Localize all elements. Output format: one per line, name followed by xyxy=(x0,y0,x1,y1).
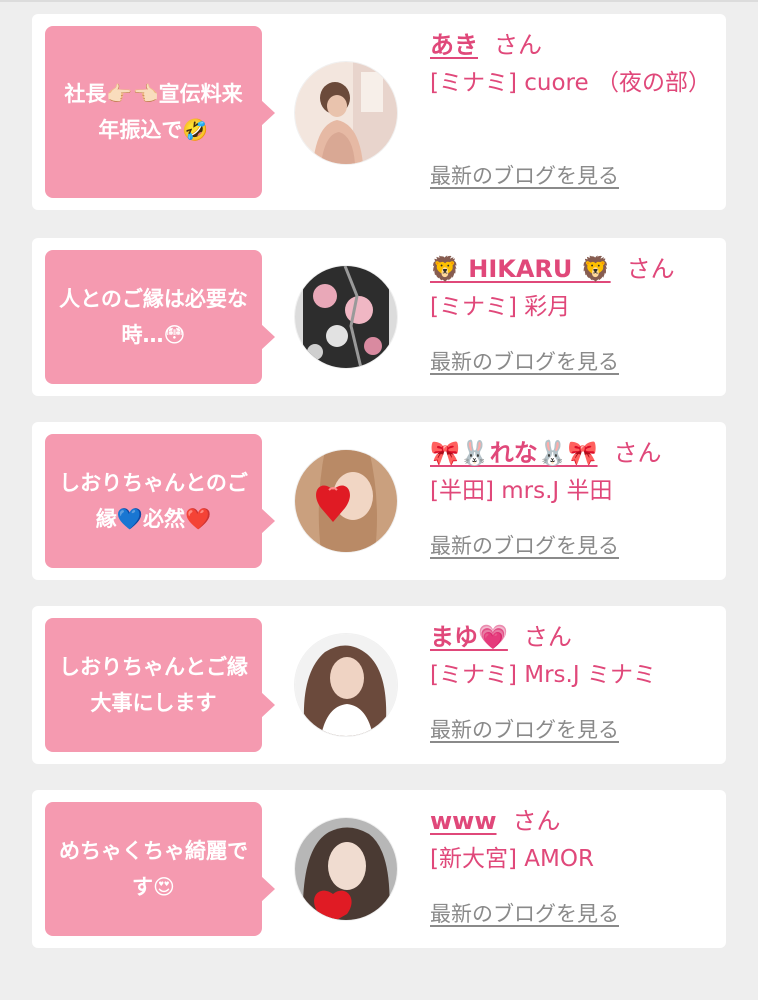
avatar-photo-icon xyxy=(295,634,397,736)
avatar[interactable] xyxy=(295,266,397,368)
message-text: 人とのご縁は必要な時…😳 xyxy=(59,287,248,347)
message-card: しおりちゃんとご縁大事にします まゆ💗 さん [ミナミ] Mrs.J ミナミ 最新… xyxy=(32,606,726,764)
member-name-link[interactable]: あき xyxy=(430,31,478,59)
message-card-list: 社長👉🏻👈🏻宣伝料来年振込で🤣 あき さん [ミナミ] cuore （夜の部） 最… xyxy=(32,14,726,948)
message-text: 社長👉🏻👈🏻宣伝料来年振込で🤣 xyxy=(64,82,243,142)
message-bubble: しおりちゃんとご縁大事にします xyxy=(45,618,275,752)
shop-name: [半田] mrs.J 半田 xyxy=(430,478,613,504)
message-card: めちゃくちゃ綺麗です😍 www さん [新大宮] AMOR 最新のブログを見る xyxy=(32,790,726,948)
latest-blog-link[interactable]: 最新のブログを見る xyxy=(430,714,619,744)
message-card: 社長👉🏻👈🏻宣伝料来年振込で🤣 あき さん [ミナミ] cuore （夜の部） 最… xyxy=(32,14,726,210)
avatar[interactable] xyxy=(295,62,397,164)
message-bubble: 社長👉🏻👈🏻宣伝料来年振込で🤣 xyxy=(45,26,275,198)
name-row: 🦁 HIKARU 🦁 さん xyxy=(430,250,720,288)
shop-name: [ミナミ] cuore （夜の部） xyxy=(430,70,711,96)
member-name-link[interactable]: まゆ💗 xyxy=(430,623,508,651)
shop-name: [新大宮] AMOR xyxy=(430,846,594,872)
shop-name: [ミナミ] Mrs.J ミナミ xyxy=(430,662,656,688)
avatar[interactable] xyxy=(295,634,397,736)
member-info: 🦁 HIKARU 🦁 さん [ミナミ] 彩月 xyxy=(430,250,720,326)
honorific: さん xyxy=(626,255,675,283)
member-info: あき さん [ミナミ] cuore （夜の部） xyxy=(430,26,720,102)
avatar-photo-icon xyxy=(295,818,397,920)
member-info: www さん [新大宮] AMOR xyxy=(430,802,720,878)
member-name-link[interactable]: 🦁 HIKARU 🦁 xyxy=(430,255,611,283)
member-info: まゆ💗 さん [ミナミ] Mrs.J ミナミ xyxy=(430,618,720,694)
name-row: まゆ💗 さん xyxy=(430,618,720,656)
avatar[interactable] xyxy=(295,818,397,920)
message-bubble: 人とのご縁は必要な時…😳 xyxy=(45,250,275,384)
member-name-link[interactable]: 🎀🐰れな🐰🎀 xyxy=(430,439,598,467)
top-divider xyxy=(0,0,758,2)
shop-name: [ミナミ] 彩月 xyxy=(430,294,571,320)
message-text: しおりちゃんとご縁大事にします xyxy=(59,655,248,715)
name-row: 🎀🐰れな🐰🎀 さん xyxy=(430,434,720,472)
latest-blog-link[interactable]: 最新のブログを見る xyxy=(430,898,619,928)
avatar-photo-icon xyxy=(295,266,397,368)
honorific: さん xyxy=(523,623,572,651)
name-row: www さん xyxy=(430,802,720,840)
member-info: 🎀🐰れな🐰🎀 さん [半田] mrs.J 半田 xyxy=(430,434,720,510)
name-row: あき さん xyxy=(430,26,720,64)
message-card: しおりちゃんとのご縁💙必然❤️ 🎀🐰れな🐰🎀 さん [半田] mrs.J 半田 最… xyxy=(32,422,726,580)
avatar-photo-icon xyxy=(295,450,397,552)
message-text: めちゃくちゃ綺麗です😍 xyxy=(59,839,248,899)
latest-blog-link[interactable]: 最新のブログを見る xyxy=(430,530,619,560)
message-bubble: めちゃくちゃ綺麗です😍 xyxy=(45,802,275,936)
honorific: さん xyxy=(613,439,662,467)
latest-blog-link[interactable]: 最新のブログを見る xyxy=(430,346,619,376)
message-text: しおりちゃんとのご縁💙必然❤️ xyxy=(59,471,248,531)
latest-blog-link[interactable]: 最新のブログを見る xyxy=(430,160,619,190)
avatar-photo-icon xyxy=(295,62,397,164)
member-name-link[interactable]: www xyxy=(430,807,497,835)
message-card: 人とのご縁は必要な時…😳 🦁 HIKARU 🦁 さん [ミナミ] 彩月 最新のブロ… xyxy=(32,238,726,396)
message-bubble: しおりちゃんとのご縁💙必然❤️ xyxy=(45,434,275,568)
honorific: さん xyxy=(494,31,542,59)
honorific: さん xyxy=(512,807,561,835)
avatar[interactable] xyxy=(295,450,397,552)
